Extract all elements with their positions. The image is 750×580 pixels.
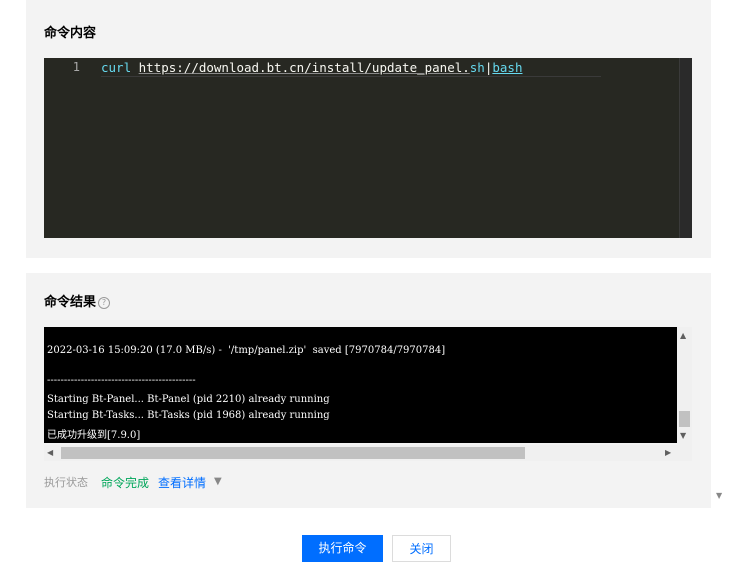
editor-gutter: 1	[44, 58, 92, 238]
command-result-title-text: 命令结果	[44, 295, 97, 310]
scroll-up-arrow-icon[interactable]: ▲	[680, 331, 686, 340]
line-number: 1	[72, 60, 80, 74]
scroll-left-arrow-icon[interactable]: ◀	[47, 448, 53, 457]
result-terminal[interactable]: 2022-03-16 15:09:20 (17.0 MB/s) - '/tmp/…	[44, 327, 677, 443]
page-scroll-down-icon[interactable]: ▼	[716, 491, 722, 500]
view-details-link[interactable]: 查看详情	[158, 474, 206, 491]
close-button[interactable]: 关闭	[392, 535, 451, 562]
code-token-extension: sh	[469, 60, 485, 75]
command-result-title: 命令结果?	[44, 291, 111, 310]
terminal-vertical-scrollbar[interactable]: ▲ ▼	[677, 327, 692, 461]
scroll-right-arrow-icon[interactable]: ▶	[665, 448, 671, 457]
horizontal-scroll-thumb[interactable]	[61, 447, 525, 459]
status-label: 执行状态	[44, 476, 88, 489]
terminal-line: Starting Bt-Panel... Bt-Panel (pid 2210)…	[47, 394, 330, 405]
command-content-panel: 命令内容 1 curl https://download.bt.cn/insta…	[26, 0, 711, 258]
terminal-line: 2022-03-16 15:09:20 (17.0 MB/s) - '/tmp/…	[47, 345, 446, 356]
code-token-url: https://download.bt.cn/install/update_pa…	[138, 60, 470, 75]
left-background	[0, 0, 26, 580]
help-icon[interactable]: ?	[98, 297, 111, 309]
terminal-line: Starting Bt-Tasks... Bt-Tasks (pid 1968)…	[47, 410, 330, 421]
caret-down-icon[interactable]: ▼	[214, 476, 222, 487]
terminal-horizontal-scrollbar[interactable]: ◀ ▶	[44, 445, 677, 461]
editor-scrollbar[interactable]	[679, 58, 692, 238]
code-line[interactable]: curl https://download.bt.cn/install/upda…	[101, 59, 601, 77]
code-token-bash: bash	[492, 60, 523, 75]
command-result-panel: 命令结果? 2022-03-16 15:09:20 (17.0 MB/s) - …	[26, 273, 711, 508]
command-content-title: 命令内容	[44, 26, 97, 41]
status-value: 命令完成	[101, 476, 150, 490]
scroll-down-arrow-icon[interactable]: ▼	[680, 431, 686, 440]
vertical-scroll-thumb[interactable]	[679, 411, 690, 427]
code-token-command: curl	[101, 60, 132, 75]
command-editor[interactable]: 1 curl https://download.bt.cn/install/up…	[44, 58, 692, 238]
terminal-line: 已成功升级到[7.9.0]	[47, 430, 141, 441]
execute-command-button[interactable]: 执行命令	[302, 535, 383, 562]
terminal-line: ----------------------------------------…	[47, 375, 196, 386]
